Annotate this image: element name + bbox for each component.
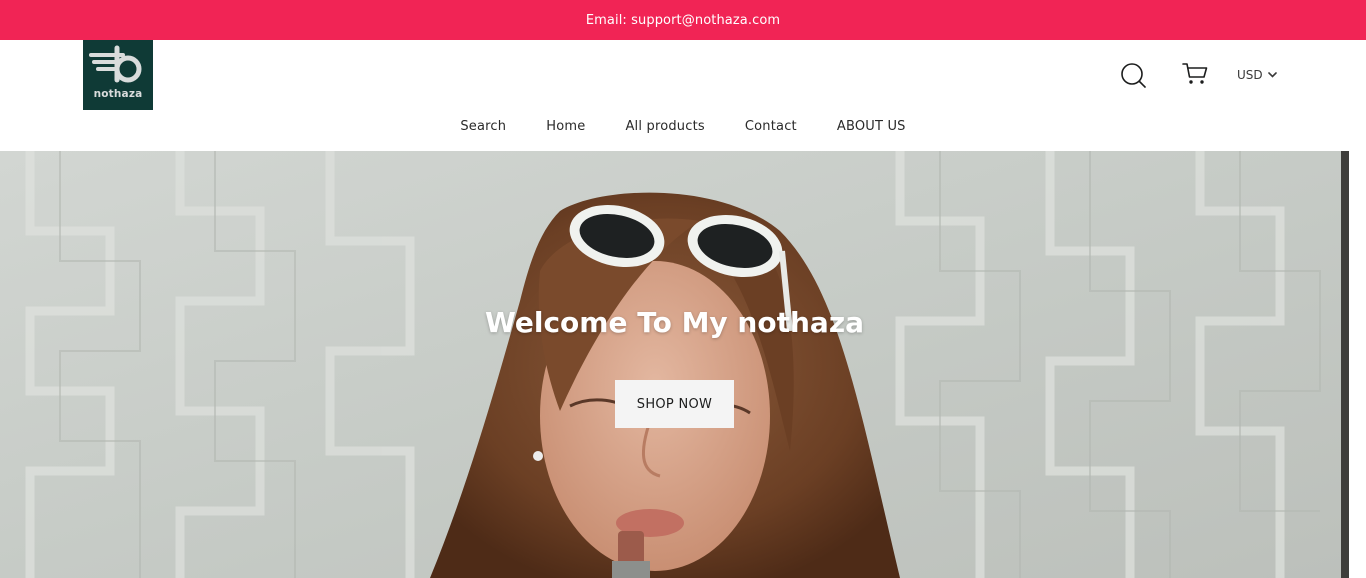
announcement-text: Email: support@nothaza.com bbox=[585, 12, 781, 28]
main-nav: Search Home All products Contact ABOUT U… bbox=[0, 115, 1366, 137]
nothaza-logo-icon bbox=[89, 45, 142, 83]
logo-text: nothaza bbox=[93, 88, 143, 100]
announcement-bar: Email: support@nothaza.com bbox=[0, 0, 1366, 40]
nav-contact[interactable]: Contact bbox=[745, 119, 797, 134]
chevron-down-icon bbox=[1267, 72, 1277, 78]
shop-now-button[interactable]: SHOP NOW bbox=[615, 380, 734, 428]
site-logo[interactable]: nothaza bbox=[83, 40, 153, 110]
hero-title: Welcome To My nothaza bbox=[484, 306, 865, 339]
hero-banner: Welcome To My nothaza SHOP NOW bbox=[0, 151, 1349, 578]
site-header: nothaza USD Search Home All products Con… bbox=[0, 40, 1366, 151]
nav-home[interactable]: Home bbox=[546, 119, 585, 134]
hero-edge bbox=[1341, 151, 1349, 578]
nav-all-products[interactable]: All products bbox=[625, 119, 704, 134]
currency-selector[interactable]: USD bbox=[1237, 66, 1277, 84]
search-icon[interactable] bbox=[1119, 61, 1147, 89]
currency-value: USD bbox=[1237, 68, 1263, 82]
nav-search[interactable]: Search bbox=[460, 119, 506, 134]
page-gutter bbox=[1349, 151, 1366, 578]
cart-icon[interactable] bbox=[1181, 60, 1209, 88]
hero-image bbox=[0, 151, 1349, 578]
nav-about-us[interactable]: ABOUT US bbox=[837, 119, 906, 134]
